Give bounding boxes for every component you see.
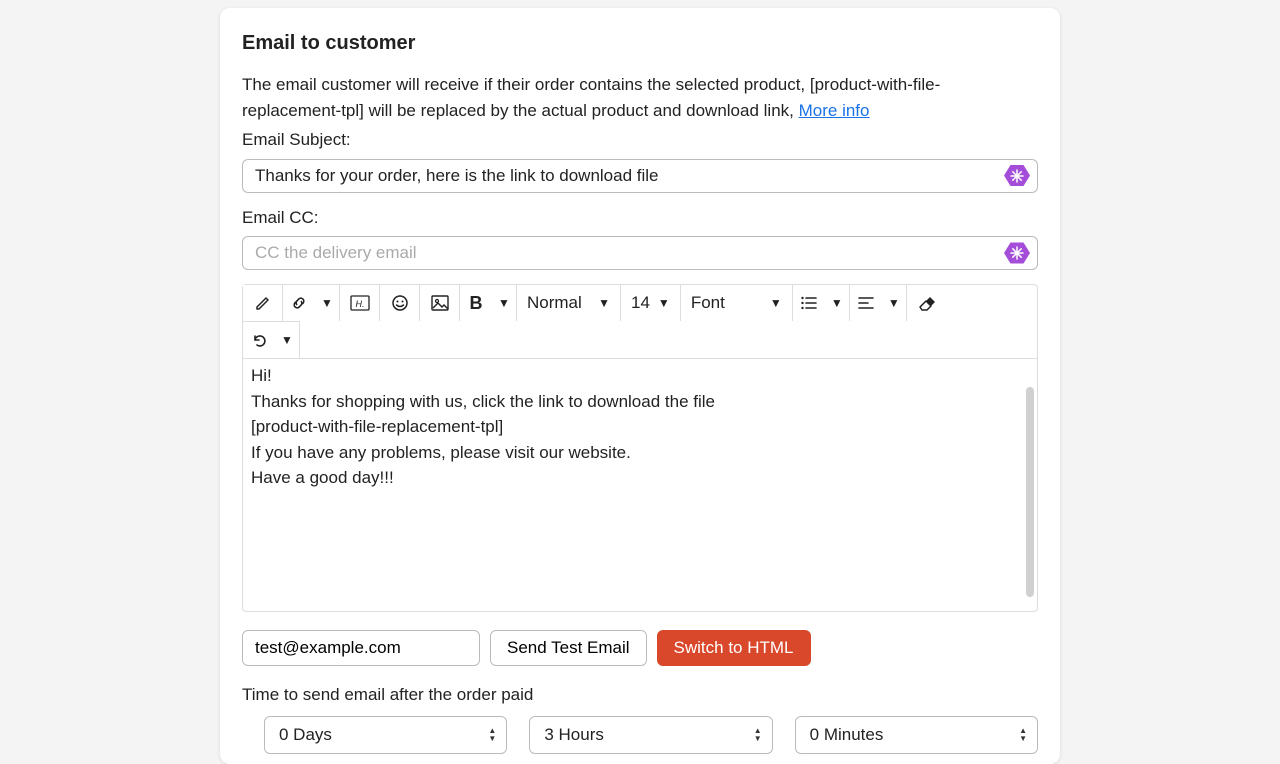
stepper-icon: ▲▼ — [754, 727, 762, 743]
subject-input[interactable] — [242, 159, 1038, 193]
undo-icon[interactable] — [243, 322, 275, 358]
delay-hours-select[interactable]: 3 Hours ▲▼ — [529, 716, 772, 754]
cc-input-wrap — [242, 236, 1038, 270]
delay-minutes-select[interactable]: 0 Minutes ▲▼ — [795, 716, 1038, 754]
list-dropdown[interactable]: ▼ — [825, 285, 849, 321]
block-style-value: Normal — [527, 290, 582, 316]
section-description: The email customer will receive if their… — [242, 72, 1038, 123]
chevron-down-icon: ▼ — [498, 294, 510, 312]
more-info-link[interactable]: More info — [799, 101, 870, 120]
svg-text:H.: H. — [355, 299, 364, 309]
bold-dropdown[interactable]: ▼ — [492, 285, 516, 321]
link-icon[interactable] — [283, 285, 315, 321]
scrollbar[interactable] — [1026, 387, 1034, 597]
subject-input-wrap — [242, 159, 1038, 193]
editor-toolbar: ▼ H. B ▼ Normal — [243, 285, 1037, 359]
switch-html-button[interactable]: Switch to HTML — [657, 630, 811, 666]
chevron-down-icon: ▼ — [658, 294, 670, 312]
chevron-down-icon: ▼ — [770, 294, 782, 312]
cc-input[interactable] — [242, 236, 1038, 270]
editor-content[interactable]: Hi! Thanks for shopping with us, click t… — [243, 359, 1037, 611]
emoji-icon[interactable] — [380, 285, 420, 321]
test-email-row: Send Test Email Switch to HTML — [242, 630, 1038, 666]
delay-days-value: 0 Days — [279, 722, 332, 748]
link-button[interactable]: ▼ — [283, 285, 340, 321]
stepper-icon: ▲▼ — [488, 727, 496, 743]
chevron-down-icon: ▼ — [281, 331, 293, 349]
test-email-input[interactable] — [242, 630, 480, 666]
eraser-icon[interactable] — [907, 285, 947, 321]
body-line: If you have any problems, please visit o… — [251, 440, 1029, 466]
font-size-value: 14 — [631, 290, 650, 316]
align-dropdown[interactable]: ▼ — [882, 285, 906, 321]
editor-body[interactable]: Hi! Thanks for shopping with us, click t… — [243, 359, 1037, 611]
chevron-down-icon: ▼ — [598, 294, 610, 312]
delay-days-select[interactable]: 0 Days ▲▼ — [264, 716, 507, 754]
align-button[interactable]: ▼ — [850, 285, 907, 321]
stepper-icon: ▲▼ — [1019, 727, 1027, 743]
edit-icon[interactable] — [243, 285, 283, 321]
link-dropdown[interactable]: ▼ — [315, 285, 339, 321]
body-line: Have a good day!!! — [251, 465, 1029, 491]
chevron-down-icon: ▼ — [321, 294, 333, 312]
undo-button[interactable]: ▼ — [243, 321, 300, 358]
image-icon[interactable] — [420, 285, 460, 321]
bold-icon[interactable]: B — [460, 285, 492, 321]
delay-hours-value: 3 Hours — [544, 722, 604, 748]
delay-selects: 0 Days ▲▼ 3 Hours ▲▼ 0 Minutes ▲▼ — [242, 716, 1038, 754]
undo-dropdown[interactable]: ▼ — [275, 322, 299, 358]
list-button[interactable]: ▼ — [793, 285, 850, 321]
bold-button[interactable]: B ▼ — [460, 285, 517, 321]
subject-label: Email Subject: — [242, 127, 1038, 153]
page-root: Email to customer The email customer wil… — [0, 0, 1280, 764]
list-icon[interactable] — [793, 285, 825, 321]
block-style-select[interactable]: Normal ▼ — [517, 285, 621, 321]
code-block-icon[interactable]: H. — [340, 285, 380, 321]
send-test-button[interactable]: Send Test Email — [490, 630, 647, 666]
delay-minutes-value: 0 Minutes — [810, 722, 884, 748]
font-size-select[interactable]: 14 ▼ — [621, 285, 681, 321]
delay-label: Time to send email after the order paid — [242, 682, 1038, 708]
body-line: [product-with-file-replacement-tpl] — [251, 414, 1029, 440]
chevron-down-icon: ▼ — [831, 294, 843, 312]
email-settings-card: Email to customer The email customer wil… — [220, 8, 1060, 764]
body-line: Thanks for shopping with us, click the l… — [251, 389, 1029, 415]
font-family-select[interactable]: Font ▼ — [681, 285, 793, 321]
section-title: Email to customer — [242, 28, 1038, 58]
chevron-down-icon: ▼ — [888, 294, 900, 312]
rich-text-editor: ▼ H. B ▼ Normal — [242, 284, 1038, 612]
align-icon[interactable] — [850, 285, 882, 321]
cc-label: Email CC: — [242, 205, 1038, 231]
body-line: Hi! — [251, 363, 1029, 389]
font-family-value: Font — [691, 290, 725, 316]
